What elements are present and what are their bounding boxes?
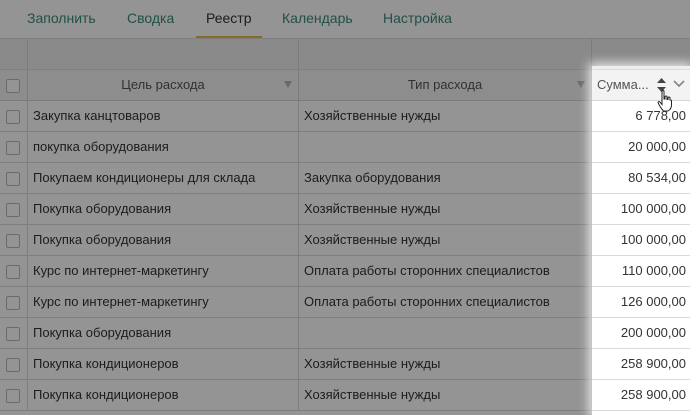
cell-sum[interactable]: 6 778,00 bbox=[592, 101, 690, 131]
row-select-cell bbox=[0, 194, 28, 224]
cell-purpose[interactable]: Покупка оборудования bbox=[28, 194, 299, 224]
cell-purpose[interactable]: покупка оборудования bbox=[28, 132, 299, 162]
registry-grid: Цель расхода Тип расхода Сумма... Закупк… bbox=[0, 39, 690, 415]
cell-sum[interactable]: 258 900,00 bbox=[592, 349, 690, 379]
row-checkbox[interactable] bbox=[6, 358, 20, 372]
row-select-cell bbox=[0, 101, 28, 131]
cell-purpose[interactable]: Покупка оборудования bbox=[28, 318, 299, 348]
table-row[interactable]: Курс по интернет-маркетингу Оплата работы… bbox=[0, 256, 690, 287]
cell-type[interactable]: Хозяйственные нужды bbox=[299, 101, 592, 131]
row-select-cell bbox=[0, 380, 28, 410]
top-nav: Заполнить Сводка Реестр Календарь Настро… bbox=[0, 0, 690, 39]
tab-fill[interactable]: Заполнить bbox=[27, 0, 96, 36]
table-row[interactable]: Покупка оборудования Хозяйственные нужды 1… bbox=[0, 225, 690, 256]
row-select-cell bbox=[0, 287, 28, 317]
row-select-cell bbox=[0, 225, 28, 255]
table-row[interactable]: Покупка оборудования Хозяйственные нужды 1… bbox=[0, 194, 690, 225]
chevron-down-icon[interactable] bbox=[673, 80, 685, 88]
table-header: Цель расхода Тип расхода Сумма... bbox=[0, 70, 690, 101]
cell-type[interactable]: Хозяйственные нужды bbox=[299, 225, 592, 255]
cell-sum[interactable]: 100 000,00 bbox=[592, 225, 690, 255]
filter-icon[interactable] bbox=[284, 81, 292, 88]
cell-type[interactable] bbox=[299, 318, 592, 348]
tab-settings[interactable]: Настройка bbox=[383, 0, 452, 36]
tab-calendar[interactable]: Календарь bbox=[282, 0, 353, 36]
table-row[interactable]: Покупка кондиционеров Хозяйственные нужды… bbox=[0, 349, 690, 380]
cell-purpose[interactable]: Курс по интернет-маркетингу bbox=[28, 287, 299, 317]
table-row[interactable]: Покупка кондиционеров Хозяйственные нужды… bbox=[0, 380, 690, 411]
cell-purpose[interactable]: Покупка кондиционеров bbox=[28, 349, 299, 379]
header-select-cell bbox=[0, 70, 28, 100]
column-header-purpose[interactable]: Цель расхода bbox=[28, 70, 299, 100]
table-row[interactable]: Закупка канцтоваров Хозяйственные нужды 6 … bbox=[0, 101, 690, 132]
cell-type[interactable]: Оплата работы сторонних специалистов bbox=[299, 256, 592, 286]
cell-type[interactable]: Оплата работы сторонних специалистов bbox=[299, 287, 592, 317]
cell-type[interactable]: Хозяйственные нужды bbox=[299, 349, 592, 379]
row-checkbox[interactable] bbox=[6, 234, 20, 248]
tab-registry[interactable]: Реестр bbox=[196, 0, 262, 38]
row-select-cell bbox=[0, 132, 28, 162]
row-select-cell bbox=[0, 163, 28, 193]
row-checkbox[interactable] bbox=[6, 265, 20, 279]
table-row[interactable]: покупка оборудования 20 000,00 bbox=[0, 132, 690, 163]
cell-type[interactable] bbox=[299, 132, 592, 162]
cell-purpose[interactable]: Покупаем кондиционеры для склада bbox=[28, 163, 299, 193]
tab-summary[interactable]: Сводка bbox=[127, 0, 174, 36]
select-all-checkbox[interactable] bbox=[6, 79, 20, 93]
cell-type[interactable]: Хозяйственные нужды bbox=[299, 380, 592, 410]
cell-type[interactable]: Закупка оборудования bbox=[299, 163, 592, 193]
cell-purpose[interactable]: Курс по интернет-маркетингу bbox=[28, 256, 299, 286]
row-checkbox[interactable] bbox=[6, 327, 20, 341]
cell-sum[interactable]: 258 900,00 bbox=[592, 380, 690, 410]
table-row[interactable]: Покупка оборудования 200 000,00 bbox=[0, 318, 690, 349]
cell-purpose[interactable]: Покупка оборудования bbox=[28, 225, 299, 255]
table-row[interactable]: Покупаем кондиционеры для склада Закупка … bbox=[0, 163, 690, 194]
column-header-type[interactable]: Тип расхода bbox=[299, 70, 592, 100]
row-checkbox[interactable] bbox=[6, 172, 20, 186]
filter-icon[interactable] bbox=[577, 81, 585, 88]
cell-purpose[interactable]: Покупка кондиционеров bbox=[28, 380, 299, 410]
cell-sum[interactable]: 126 000,00 bbox=[592, 287, 690, 317]
cell-sum[interactable]: 110 000,00 bbox=[592, 256, 690, 286]
column-header-type-label: Тип расхода bbox=[407, 77, 483, 92]
table-row[interactable]: Курс по интернет-маркетингу Оплата работы… bbox=[0, 287, 690, 318]
row-select-cell bbox=[0, 256, 28, 286]
row-select-cell bbox=[0, 349, 28, 379]
row-checkbox[interactable] bbox=[6, 296, 20, 310]
cell-purpose[interactable]: Закупка канцтоваров bbox=[28, 101, 299, 131]
row-checkbox[interactable] bbox=[6, 203, 20, 217]
group-band bbox=[0, 39, 690, 70]
cell-sum[interactable]: 100 000,00 bbox=[592, 194, 690, 224]
cell-sum[interactable]: 80 534,00 bbox=[592, 163, 690, 193]
cell-sum[interactable]: 20 000,00 bbox=[592, 132, 690, 162]
column-header-sum-label: Сумма... bbox=[597, 77, 649, 92]
cell-sum[interactable]: 200 000,00 bbox=[592, 318, 690, 348]
column-header-purpose-label: Цель расхода bbox=[121, 77, 205, 92]
row-checkbox[interactable] bbox=[6, 389, 20, 403]
row-checkbox[interactable] bbox=[6, 110, 20, 124]
hand-pointer-icon bbox=[657, 90, 672, 112]
cell-type[interactable]: Хозяйственные нужды bbox=[299, 194, 592, 224]
row-select-cell bbox=[0, 318, 28, 348]
row-checkbox[interactable] bbox=[6, 141, 20, 155]
